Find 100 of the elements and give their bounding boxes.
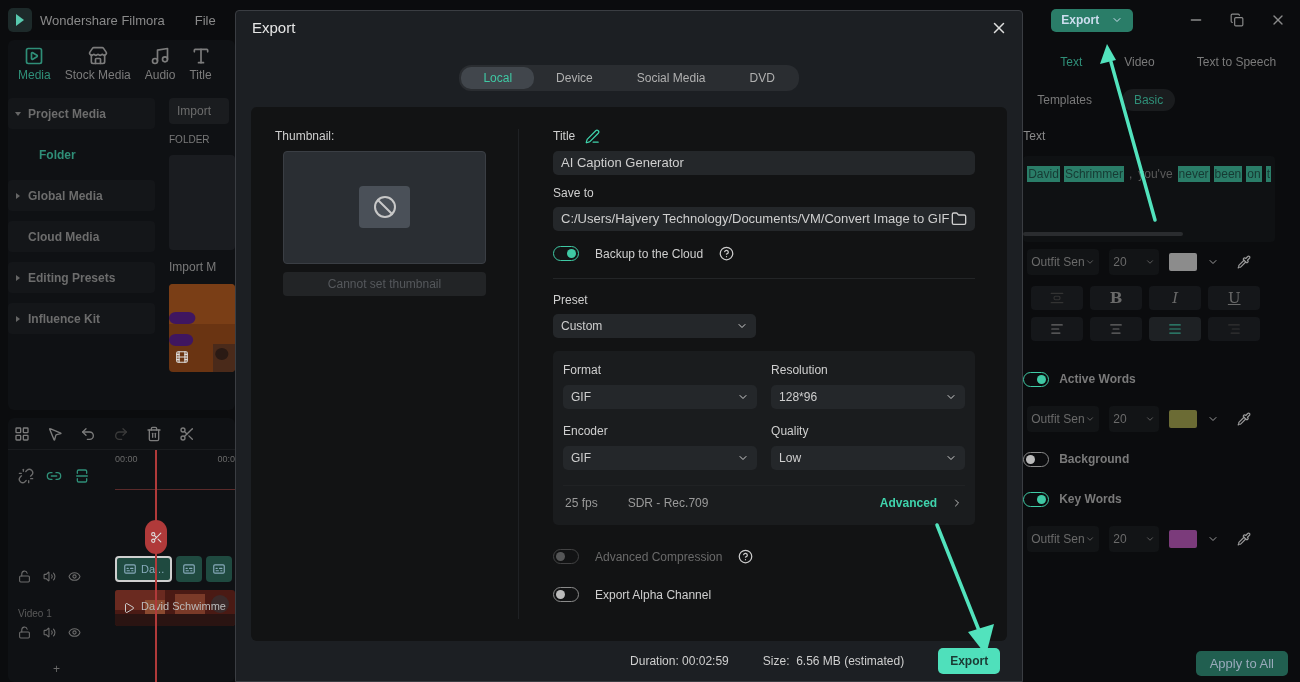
export-button[interactable]: Export: [1051, 8, 1134, 32]
trash-icon[interactable]: [146, 425, 162, 442]
caption-word: David: [1027, 166, 1060, 182]
scissors-icon: [149, 530, 163, 544]
format-button[interactable]: U: [1208, 286, 1261, 310]
path-field[interactable]: C:/Users/Hajvery Technology/Documents/VM/Convert Image to GIF: [553, 206, 976, 231]
eye-icon[interactable]: [68, 569, 81, 583]
align-icon: [1050, 322, 1065, 336]
volume-icon[interactable]: [43, 569, 56, 583]
field-label: Title: [553, 129, 576, 144]
music-note-icon: [150, 46, 171, 66]
caption-clip[interactable]: [176, 556, 203, 582]
no-entry-icon: [372, 195, 397, 220]
lock-icon[interactable]: [18, 569, 31, 583]
eyedropper-icon[interactable]: [1237, 412, 1252, 426]
menu-item[interactable]: File: [194, 12, 216, 28]
dropdown[interactable]: GIF: [563, 445, 758, 470]
chevron-icon: [1145, 534, 1156, 544]
font-dropdown[interactable]: Outfit Sen: [1027, 526, 1100, 552]
sidebar-item[interactable]: Cloud Media: [8, 221, 155, 252]
title-field[interactable]: AI Caption Generator: [553, 150, 976, 175]
ai-pen-icon[interactable]: [585, 128, 601, 144]
sidebar-item[interactable]: Project Media: [8, 98, 155, 129]
tab[interactable]: DVD: [727, 66, 797, 89]
color-swatch[interactable]: [1169, 530, 1198, 548]
font-dropdown[interactable]: Outfit Sen: [1027, 406, 1100, 432]
toggle-label: Export Alpha Channel: [595, 587, 712, 602]
app-logo: [8, 8, 32, 32]
import-button[interactable]: Import: [169, 98, 229, 124]
field-label: Encoder: [563, 423, 609, 438]
sidebar-item[interactable]: Influence Kit: [8, 303, 155, 334]
size-dropdown[interactable]: 20: [1109, 526, 1160, 552]
align-icon: [1109, 322, 1124, 336]
color-space: SDR - Rec.709: [627, 496, 709, 511]
chevron-icon: [1085, 534, 1096, 544]
grid-icon[interactable]: [14, 425, 30, 442]
tab[interactable]: Social Media: [614, 66, 728, 89]
align-button[interactable]: [1149, 317, 1202, 341]
panel-tab[interactable]: Text to Speech: [1196, 55, 1277, 69]
help-icon[interactable]: [719, 246, 735, 262]
size-dropdown[interactable]: 20: [1109, 249, 1160, 275]
apply-button[interactable]: Apply to All: [1195, 651, 1288, 676]
caption-icon: [182, 562, 197, 576]
tab[interactable]: Local: [461, 66, 535, 89]
preset-dropdown[interactable]: Custom: [553, 313, 756, 338]
format-button[interactable]: B: [1090, 286, 1143, 310]
dropdown[interactable]: Low: [771, 445, 966, 470]
scissors-icon[interactable]: [179, 425, 195, 442]
sidebar-item[interactable]: Folder: [8, 139, 155, 170]
split-icon[interactable]: [74, 468, 90, 484]
dialog-title: Export: [252, 19, 296, 37]
time-label: 00:00: [115, 454, 138, 464]
panel-tab[interactable]: Text: [1060, 55, 1083, 69]
caret-icon: [14, 109, 22, 118]
eye-icon[interactable]: [68, 625, 81, 639]
font-dropdown[interactable]: Outfit Sen: [1027, 249, 1100, 275]
sidebar-item[interactable]: Global Media: [8, 180, 155, 211]
color-swatch[interactable]: [1169, 253, 1198, 271]
add-track-button[interactable]: +: [53, 662, 105, 676]
size-dropdown[interactable]: 20: [1109, 406, 1160, 432]
volume-icon[interactable]: [43, 625, 56, 639]
caption-clip[interactable]: [206, 556, 233, 582]
caret-icon: [14, 273, 22, 282]
field-label: Quality: [771, 423, 810, 438]
unlink-icon[interactable]: [18, 468, 34, 484]
advanced-link[interactable]: Advanced: [879, 496, 964, 511]
toggle-label: Active Words: [1059, 372, 1136, 386]
sub-tab[interactable]: Basic: [1121, 89, 1176, 111]
media-tab[interactable]: Title: [189, 46, 212, 84]
play-square-icon: [24, 46, 45, 66]
sidebar-item[interactable]: Editing Presets: [8, 262, 155, 293]
import-label: Import M: [169, 260, 218, 274]
undo-icon[interactable]: [80, 425, 96, 442]
chevron-icon: [1085, 414, 1096, 424]
sub-tab[interactable]: Templates: [1025, 89, 1104, 111]
media-tab[interactable]: Media: [18, 46, 51, 84]
panel-tab[interactable]: Video: [1124, 55, 1155, 69]
folder-icon[interactable]: [951, 210, 968, 227]
media-tab[interactable]: Stock Media: [64, 46, 131, 84]
restore-icon[interactable]: [1230, 13, 1244, 27]
eyedropper-icon[interactable]: [1237, 532, 1252, 546]
pointer-icon[interactable]: [47, 425, 63, 442]
caption-icon: [123, 562, 137, 576]
duration-text: Duration: 00:02:59: [630, 654, 729, 669]
media-tab[interactable]: Audio: [144, 46, 176, 84]
color-swatch[interactable]: [1169, 410, 1198, 428]
format-button[interactable]: I: [1149, 286, 1202, 310]
dropdown[interactable]: GIF: [563, 384, 758, 409]
film-icon: [175, 350, 189, 364]
lock-icon[interactable]: [18, 625, 31, 639]
eyedropper-icon[interactable]: [1237, 255, 1252, 269]
dropdown[interactable]: 128*96: [771, 384, 966, 409]
time-label: 00:0: [217, 454, 235, 464]
export-button[interactable]: Export: [938, 648, 1001, 675]
toggle-label: Advanced Compression: [595, 549, 723, 564]
caption-word: t: [1265, 166, 1271, 182]
tab[interactable]: Device: [534, 66, 615, 89]
caption-word: been: [1213, 166, 1243, 182]
align-icon: [1168, 322, 1183, 336]
split-marker[interactable]: [145, 520, 167, 554]
